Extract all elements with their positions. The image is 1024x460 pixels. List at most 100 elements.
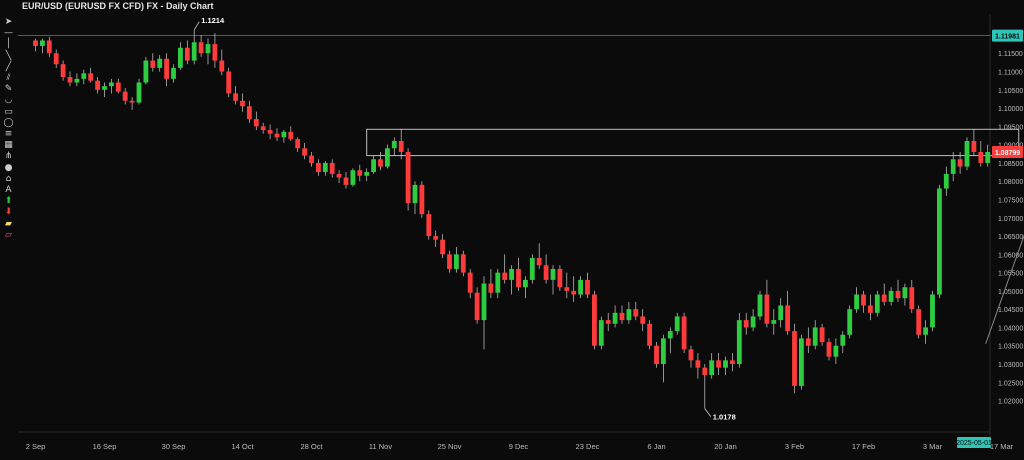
candle-body: [661, 338, 666, 364]
candle-body: [302, 148, 307, 156]
candle: [826, 338, 832, 361]
candle: [681, 312, 687, 354]
y-tick-label: 1.07000: [998, 216, 1023, 223]
candle: [122, 87, 128, 105]
candle: [840, 331, 846, 354]
candle: [405, 148, 411, 211]
x-tick-label: 17 Feb: [852, 442, 875, 451]
candle: [385, 144, 390, 169]
candle-body: [364, 172, 370, 176]
candle: [736, 312, 742, 368]
candle-body: [881, 294, 887, 302]
candle: [523, 276, 528, 299]
candle-body: [709, 360, 715, 375]
candle: [322, 161, 328, 176]
candle: [930, 290, 935, 332]
candle-body: [329, 162, 335, 174]
candle: [578, 276, 583, 299]
candle: [812, 320, 818, 350]
candle: [205, 38, 211, 65]
candle-body: [902, 287, 908, 299]
candle-body: [253, 119, 259, 127]
candle-body: [260, 126, 266, 131]
candle-body: [267, 130, 273, 134]
candle-body: [909, 287, 915, 310]
y-tick-label: 1.06500: [998, 234, 1023, 241]
candle: [978, 140, 984, 167]
candle-body: [454, 254, 459, 269]
y-tick-label: 1.02500: [998, 380, 1023, 387]
candle-body: [191, 42, 197, 61]
candle: [709, 353, 715, 379]
candle-body: [488, 283, 494, 293]
candle-body: [88, 73, 94, 81]
candle: [136, 78, 142, 105]
candle: [391, 137, 397, 156]
candle: [585, 272, 590, 299]
candle: [81, 69, 87, 85]
candle: [674, 312, 680, 335]
candle: [33, 38, 38, 52]
candle-body: [888, 290, 894, 302]
candle: [253, 111, 259, 131]
x-tick-label: 16 Sep: [93, 442, 117, 451]
candle-body: [619, 312, 625, 321]
candle-body: [971, 140, 977, 152]
candle-body: [764, 294, 770, 324]
candle-body: [150, 60, 156, 68]
candle: [40, 38, 45, 54]
y-tick-label: 1.07500: [998, 197, 1023, 204]
low-pointer: [704, 408, 712, 417]
candle-body: [716, 360, 721, 368]
candle-body: [102, 86, 107, 90]
candle: [805, 327, 811, 354]
candle-body: [509, 268, 514, 280]
candle-body: [964, 140, 970, 167]
candle-body: [819, 327, 825, 343]
candle-body: [536, 257, 542, 266]
candle: [219, 49, 225, 76]
candle-body: [799, 338, 804, 386]
candle: [771, 309, 777, 335]
candle: [460, 250, 466, 277]
candle-body: [357, 170, 363, 176]
candle-body: [467, 272, 473, 293]
candlestick-chart: 1.115001.110001.105001.100001.095001.090…: [18, 14, 1024, 451]
x-tick-label: 25 Nov: [438, 442, 462, 451]
candle: [226, 67, 232, 98]
candle: [833, 338, 839, 364]
date-badge-label: 2025-05-01: [956, 440, 992, 447]
y-tick-label: 1.04000: [998, 325, 1023, 332]
candle: [288, 126, 294, 141]
candle: [757, 290, 763, 321]
candle-body: [840, 334, 846, 346]
candle: [716, 353, 721, 375]
candle: [343, 172, 349, 189]
candle: [267, 124, 273, 140]
candle-body: [398, 140, 404, 152]
candle-body: [129, 100, 135, 103]
x-tick-label: 3 Feb: [785, 442, 804, 451]
candle: [60, 60, 66, 81]
candle: [171, 64, 176, 83]
candle-body: [433, 236, 439, 240]
candle: [633, 301, 639, 321]
y-tick-label: 1.11000: [998, 70, 1023, 77]
candle-body: [371, 159, 376, 173]
candle: [661, 334, 666, 383]
candle-body: [585, 279, 590, 295]
candle-body: [543, 265, 549, 280]
candle-body: [868, 305, 873, 313]
candle-body: [143, 60, 149, 83]
candle: [88, 67, 94, 83]
candle-body: [419, 184, 425, 215]
candle: [467, 268, 473, 299]
candle: [950, 151, 956, 182]
candle-body: [219, 60, 225, 72]
candle: [619, 305, 625, 324]
candle: [350, 168, 356, 187]
candle: [895, 279, 901, 302]
candle-body: [874, 294, 880, 313]
candle: [157, 55, 163, 72]
candle-body: [550, 268, 556, 280]
